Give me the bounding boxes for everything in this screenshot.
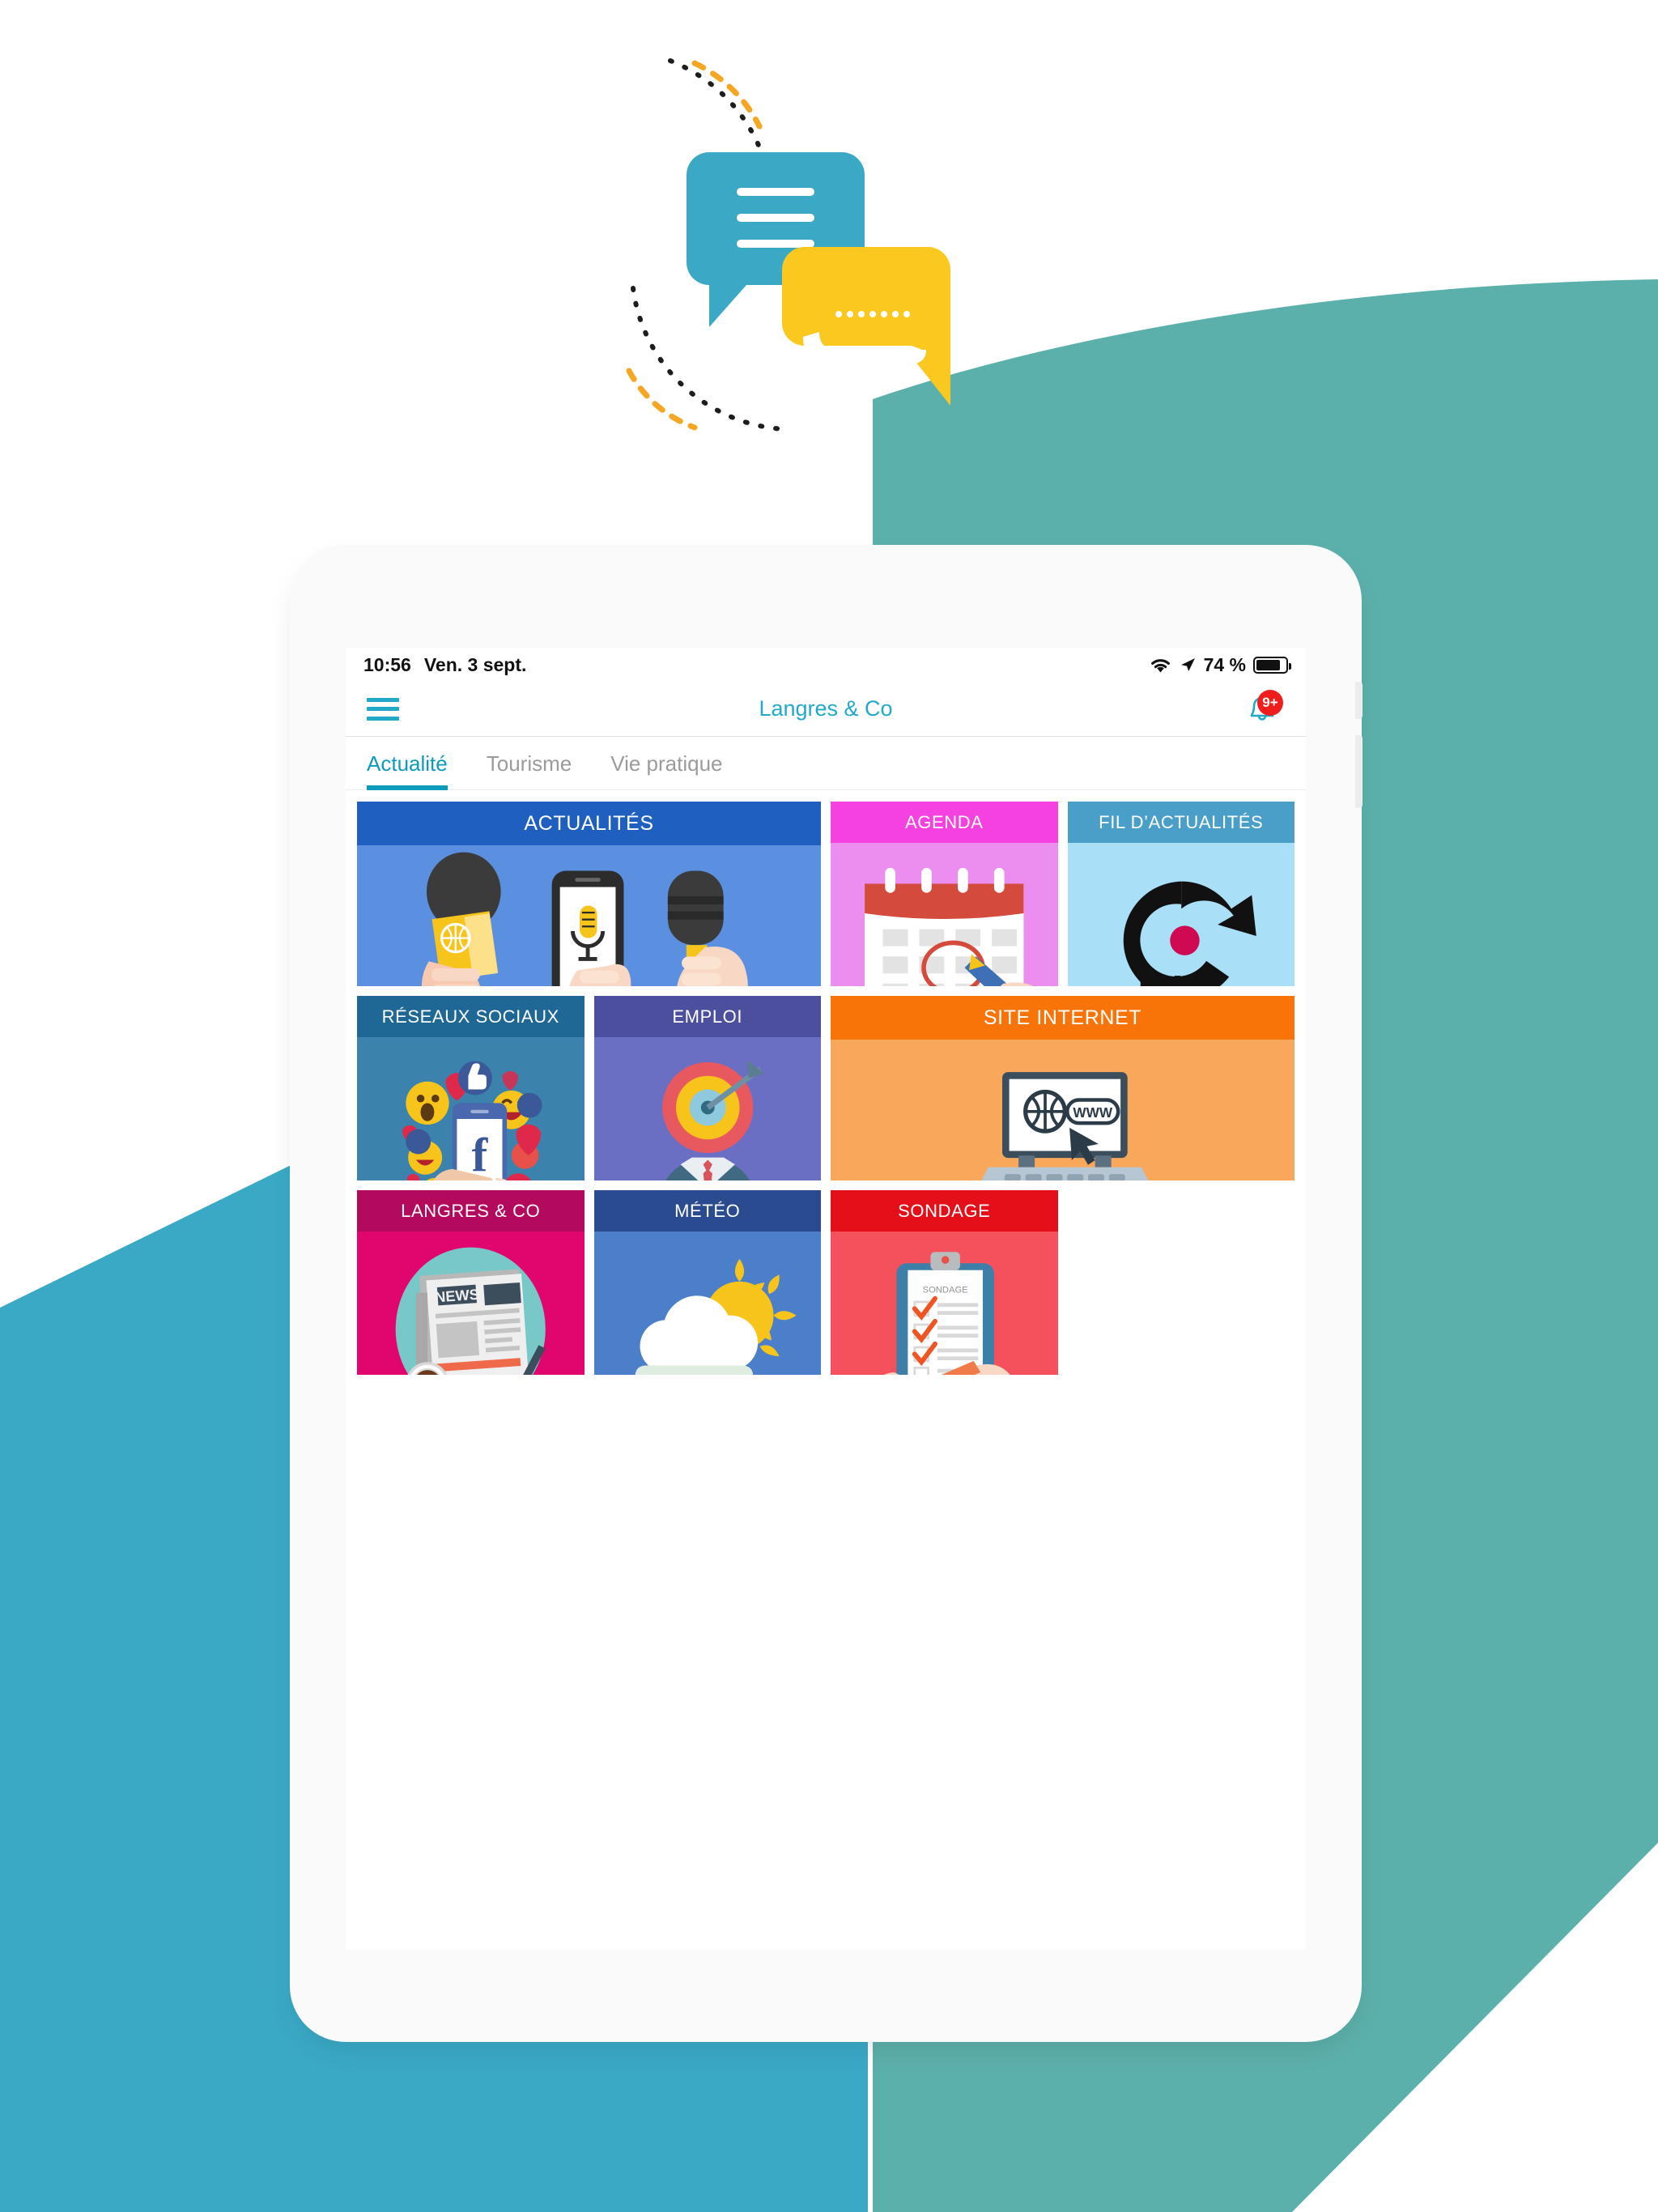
tile-emploi-label: EMPLOI — [593, 996, 821, 1037]
notification-badge: 9+ — [1257, 689, 1283, 716]
microphones-reporters-icon — [421, 852, 748, 986]
tab-tourisme[interactable]: Tourisme — [487, 737, 589, 789]
newspaper-coffee-icon: NEWS — [395, 1247, 546, 1375]
wifi-icon — [1150, 658, 1170, 672]
chat-bubble-secondary — [782, 247, 950, 406]
tablet-device: 10:56 Ven. 3 sept. 74 % Langres & Co 9+ … — [290, 545, 1363, 2042]
tile-meteo[interactable]: MÉTÉO — [593, 1190, 821, 1375]
svg-text:WWW: WWW — [1073, 1104, 1112, 1121]
tile-sondage-label: SONDAGE — [831, 1190, 1058, 1231]
tile-langres-co-label: LANGRES & CO — [357, 1190, 585, 1231]
tile-reseaux-sociaux-label: RÉSEAUX SOCIAUX — [357, 996, 585, 1037]
tab-bar: Actualité Tourisme Vie pratique — [346, 737, 1306, 790]
volume-button-down[interactable] — [1355, 735, 1363, 808]
dotted-arc-bottom-yellow — [626, 368, 698, 431]
centre-france-logo-icon — [1123, 881, 1256, 986]
tile-langres-co[interactable]: LANGRES & CO NEWS — [357, 1190, 585, 1375]
tile-fil-actualites[interactable]: FIL D’ACTUALITÉS — [1067, 802, 1295, 986]
app-bar: Langres & Co 9+ — [346, 682, 1306, 737]
tablet-screen: 10:56 Ven. 3 sept. 74 % Langres & Co 9+ … — [346, 648, 1306, 1950]
tab-actualite[interactable]: Actualité — [367, 737, 466, 790]
tile-agenda[interactable]: AGENDA — [831, 802, 1058, 986]
hero-illustration — [626, 58, 950, 432]
tile-reseaux-sociaux[interactable]: RÉSEAUX SOCIAUX f — [357, 996, 585, 1180]
page-title: Langres & Co — [759, 696, 893, 721]
battery-icon — [1253, 656, 1291, 674]
tile-site-internet-label: SITE INTERNET — [831, 996, 1295, 1040]
notification-bell-button[interactable]: 9+ — [1239, 689, 1285, 730]
tile-actualites[interactable]: ACTUALITÉS — [357, 802, 821, 986]
tile-emploi[interactable]: EMPLOI — [593, 996, 821, 1180]
tile-actualites-label: ACTUALITÉS — [357, 802, 821, 845]
volume-button-up[interactable] — [1355, 682, 1363, 719]
tile-meteo-label: MÉTÉO — [593, 1190, 821, 1231]
svg-text:SONDAGE: SONDAGE — [923, 1286, 968, 1295]
battery-percent-label: 74 % — [1203, 653, 1246, 675]
dotted-arc-top-yellow — [691, 60, 763, 130]
tile-agenda-label: AGENDA — [831, 802, 1058, 843]
tile-fil-actualites-label: FIL D’ACTUALITÉS — [1067, 802, 1295, 843]
status-bar: 10:56 Ven. 3 sept. 74 % — [346, 648, 1306, 682]
status-time: 10:56 — [363, 653, 411, 675]
hamburger-menu-icon[interactable] — [367, 697, 399, 721]
svg-text:f: f — [472, 1129, 489, 1180]
facebook-reactions-phone-icon: f — [402, 1061, 542, 1180]
tab-vie-pratique[interactable]: Vie pratique — [610, 737, 740, 789]
tile-sondage[interactable]: SONDAGE SONDAGE — [831, 1190, 1058, 1375]
tile-grid: ACTUALITÉS AGENDA FIL D’ACTUALITÉS RÉSEA… — [346, 790, 1306, 1375]
clipboard-survey-icon: SONDAGE — [883, 1252, 1010, 1375]
tile-site-internet[interactable]: SITE INTERNET WWW — [831, 996, 1295, 1180]
location-arrow-icon — [1180, 658, 1195, 671]
businessman-target-icon — [661, 1060, 764, 1180]
sun-cloud-icon — [635, 1258, 797, 1375]
calendar-pen-icon — [865, 867, 1033, 986]
laptop-www-icon: WWW — [981, 1072, 1149, 1180]
svg-text:NEWS: NEWS — [434, 1286, 479, 1306]
status-date: Ven. 3 sept. — [423, 653, 527, 675]
